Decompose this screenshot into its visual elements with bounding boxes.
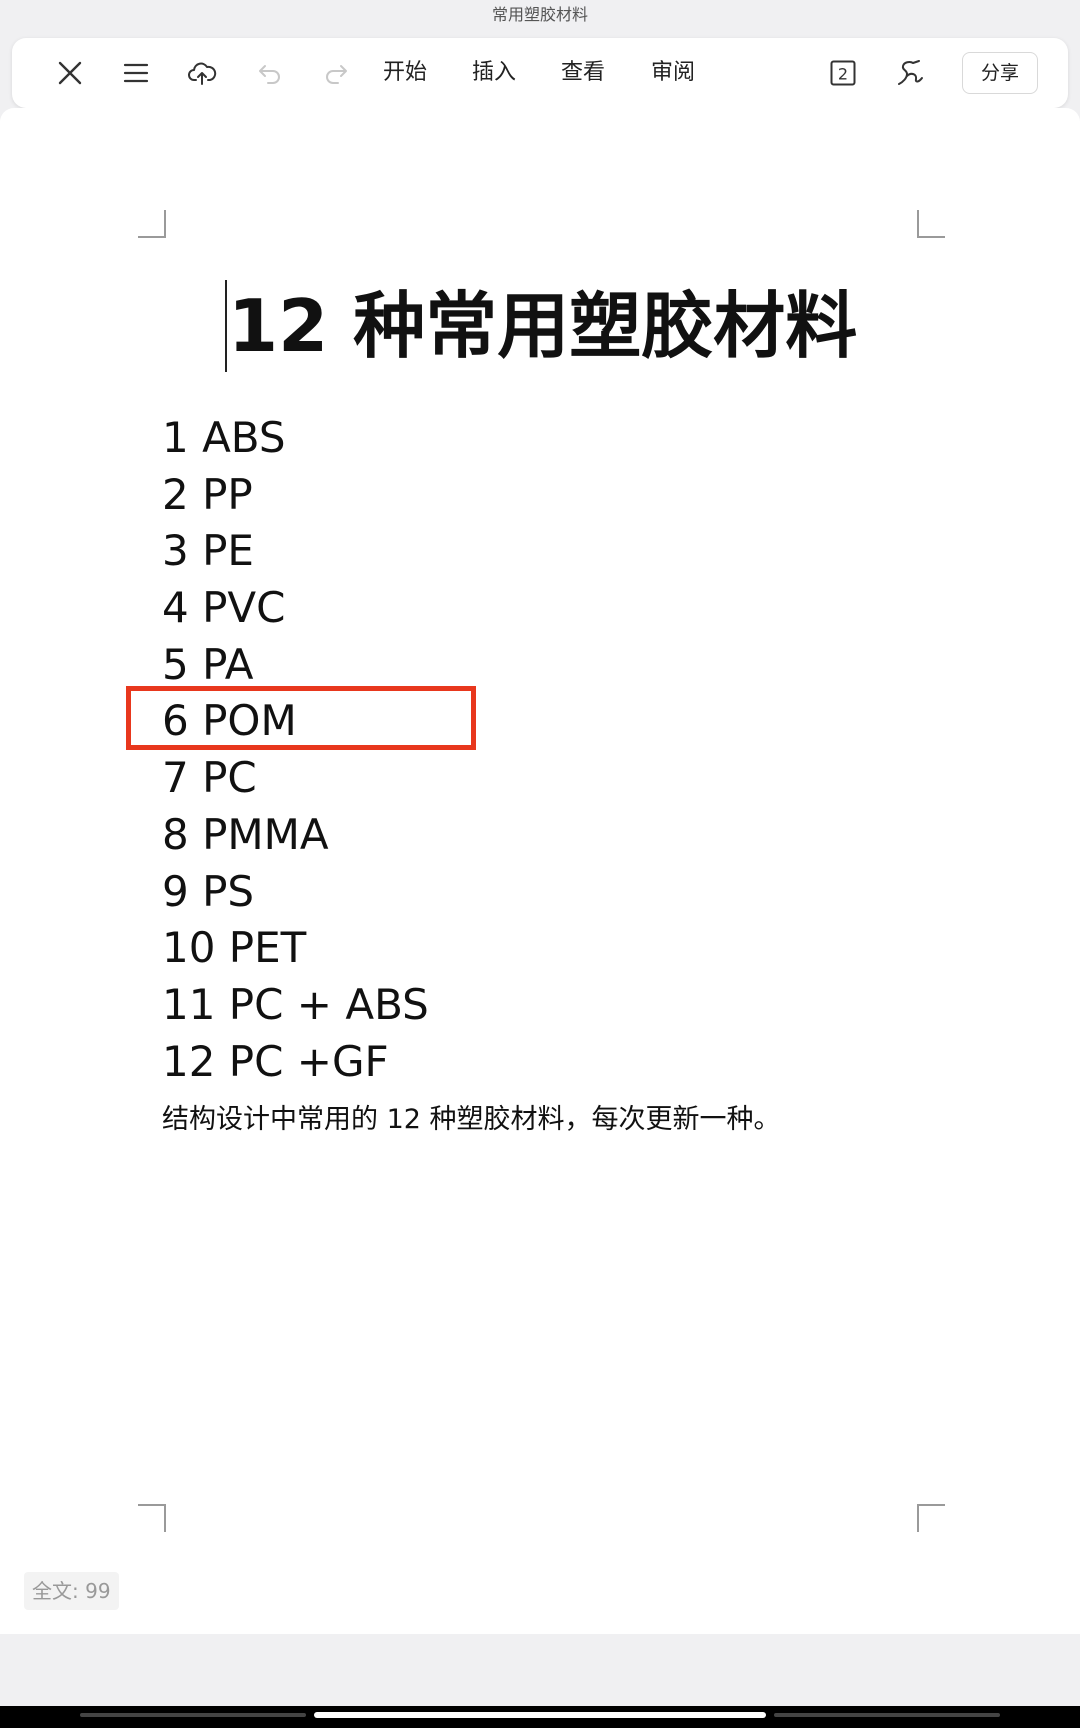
redo-icon xyxy=(326,65,347,84)
page-count-button[interactable]: 2 xyxy=(823,53,863,93)
toolbar: 开始 插入 查看 审阅 2 分享 xyxy=(12,38,1068,108)
handwriting-button[interactable] xyxy=(890,53,930,93)
page-corner-mark-bottom-right xyxy=(917,1504,945,1532)
word-count-badge: 全文: 99 xyxy=(24,1572,119,1610)
list-item[interactable]: 2 PP xyxy=(162,467,429,524)
list-item[interactable]: 1 ABS xyxy=(162,410,429,467)
list-item[interactable]: 9 PS xyxy=(162,864,429,921)
document-title[interactable]: 12 种常用塑胶材料 xyxy=(228,278,888,374)
outline-menu-button[interactable] xyxy=(116,53,156,93)
text-cursor xyxy=(225,280,227,372)
window-title: 常用塑胶材料 xyxy=(491,5,588,24)
handwriting-pen-icon xyxy=(898,60,923,85)
redo-button[interactable] xyxy=(316,53,356,93)
page-count-badge: 2 xyxy=(838,65,848,84)
highlight-box xyxy=(126,686,476,750)
list-item[interactable]: 8 PMMA xyxy=(162,807,429,864)
cloud-save-button[interactable] xyxy=(182,53,222,93)
list-item[interactable]: 10 PET xyxy=(162,920,429,977)
document-caption[interactable]: 结构设计中常用的 12 种塑胶材料，每次更新一种。 xyxy=(162,1096,781,1144)
list-item[interactable]: 4 PVC xyxy=(162,580,429,637)
undo-button[interactable] xyxy=(250,53,290,93)
close-button[interactable] xyxy=(50,53,90,93)
list-item[interactable]: 3 PE xyxy=(162,523,429,580)
page-corner-mark-bottom-left xyxy=(138,1504,166,1532)
bottom-bar-segment-left xyxy=(80,1713,306,1717)
tab-insert[interactable]: 插入 xyxy=(472,38,516,108)
material-list: 1 ABS 2 PP 3 PE 4 PVC 5 PA 6 POM 7 PC 8 … xyxy=(162,410,429,1090)
page-corner-mark-top-right xyxy=(917,210,945,238)
undo-icon xyxy=(259,65,280,84)
tab-view[interactable]: 查看 xyxy=(561,38,605,108)
share-button[interactable]: 分享 xyxy=(962,52,1038,94)
tab-start[interactable]: 开始 xyxy=(383,38,427,108)
list-item[interactable]: 11 PC + ABS xyxy=(162,977,429,1034)
list-item[interactable]: 12 PC +GF xyxy=(162,1034,429,1091)
page-count-icon: 2 xyxy=(830,60,856,86)
bottom-bar-segment-right xyxy=(774,1713,1000,1717)
page-corner-mark-top-left xyxy=(138,210,166,238)
list-item[interactable]: 7 PC xyxy=(162,750,429,807)
list-item[interactable]: 5 PA xyxy=(162,637,429,694)
close-icon xyxy=(58,61,82,85)
list-menu-icon xyxy=(123,63,149,83)
home-indicator[interactable] xyxy=(314,1712,766,1718)
tab-review[interactable]: 审阅 xyxy=(651,38,695,108)
cloud-upload-icon xyxy=(188,62,217,85)
